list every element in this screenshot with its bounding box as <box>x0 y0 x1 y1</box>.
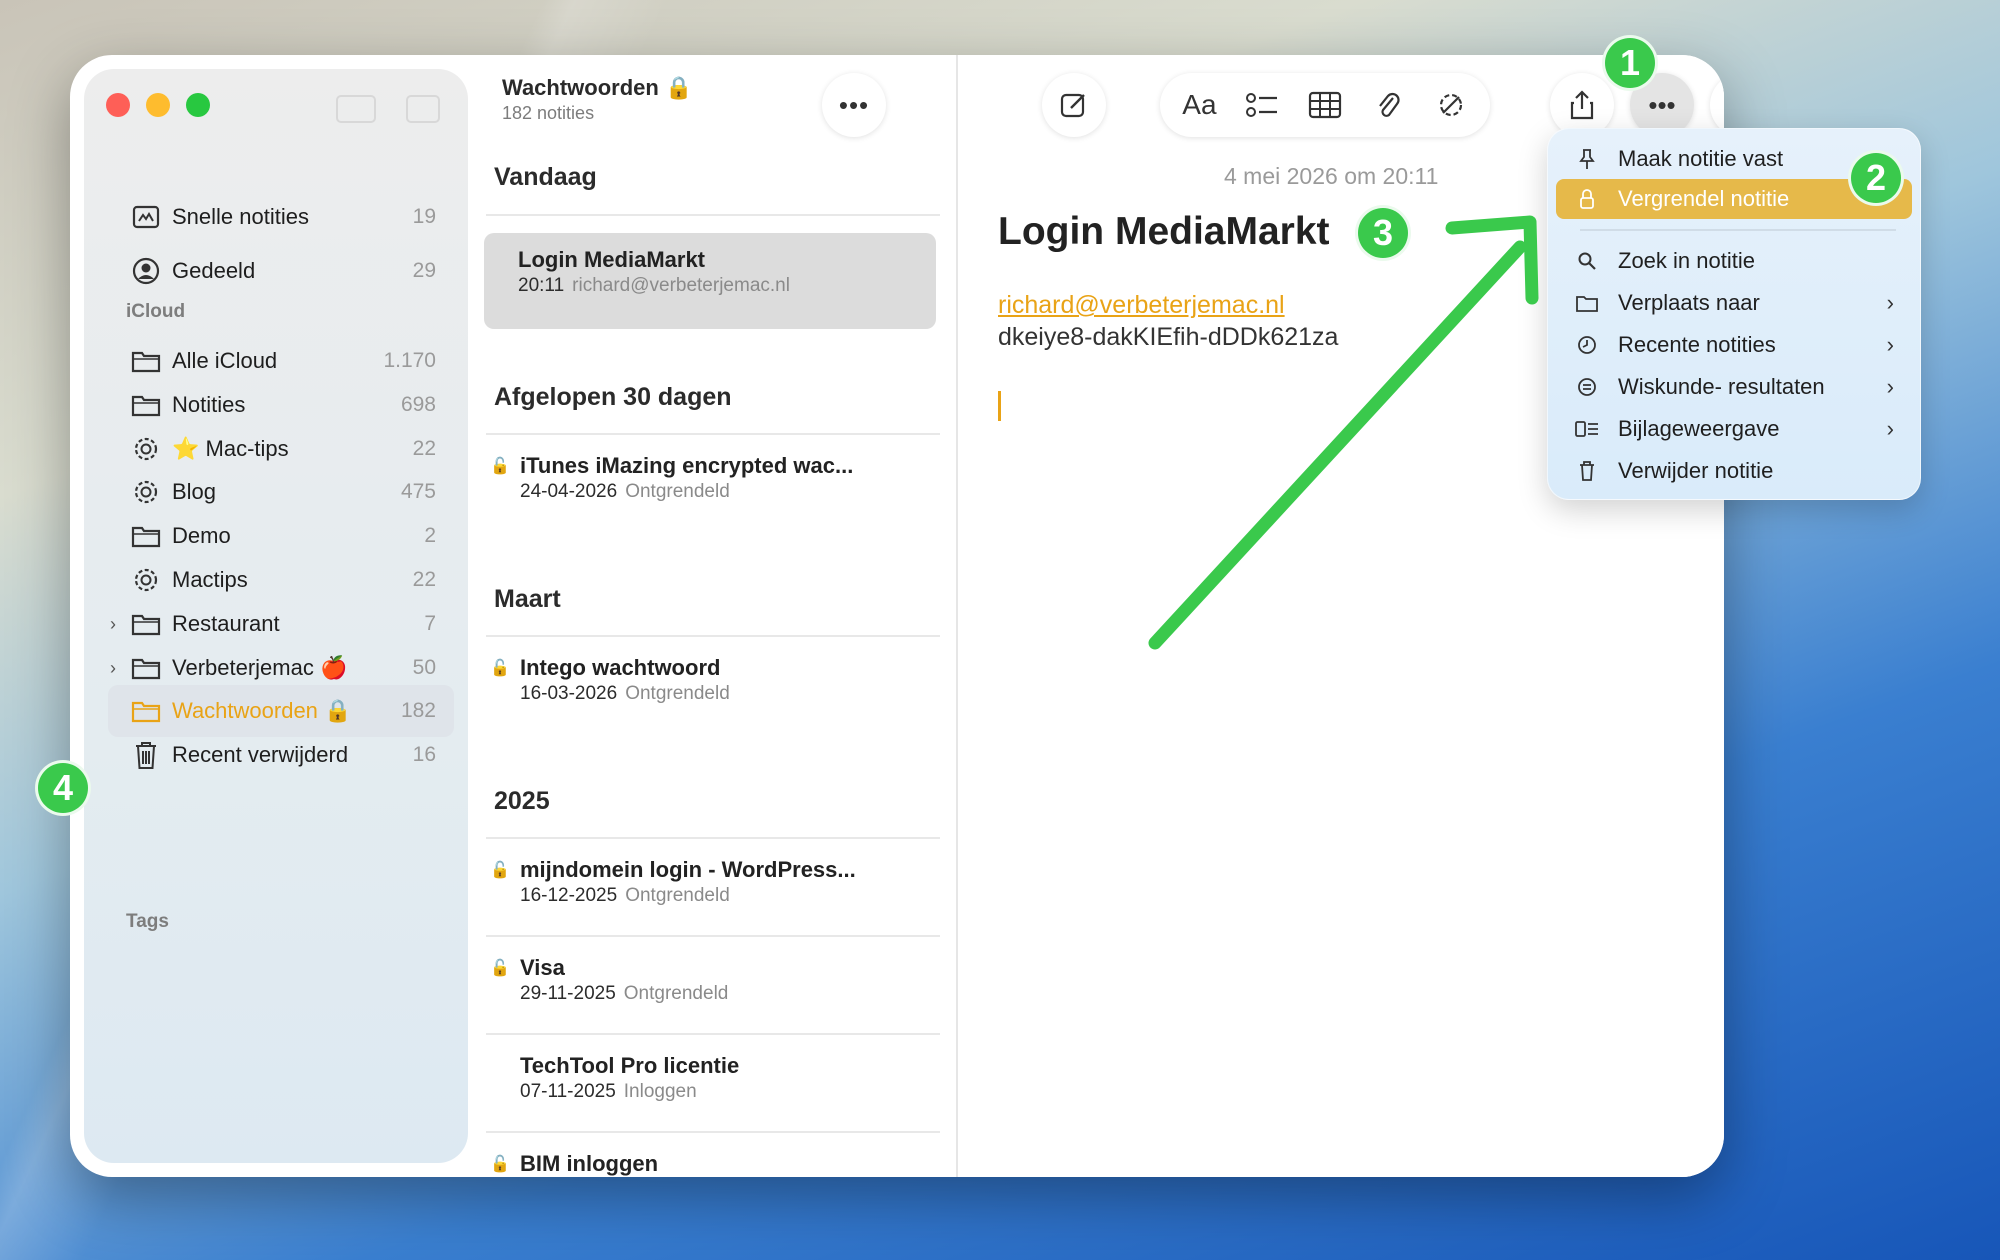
annotation-badge-4: 4 <box>35 760 91 816</box>
annotation-arrow <box>1148 215 1539 650</box>
annotation-badge-2: 2 <box>1848 150 1904 206</box>
annotation-badge-3: 3 <box>1355 205 1411 261</box>
annotation-badge-1: 1 <box>1602 35 1658 91</box>
